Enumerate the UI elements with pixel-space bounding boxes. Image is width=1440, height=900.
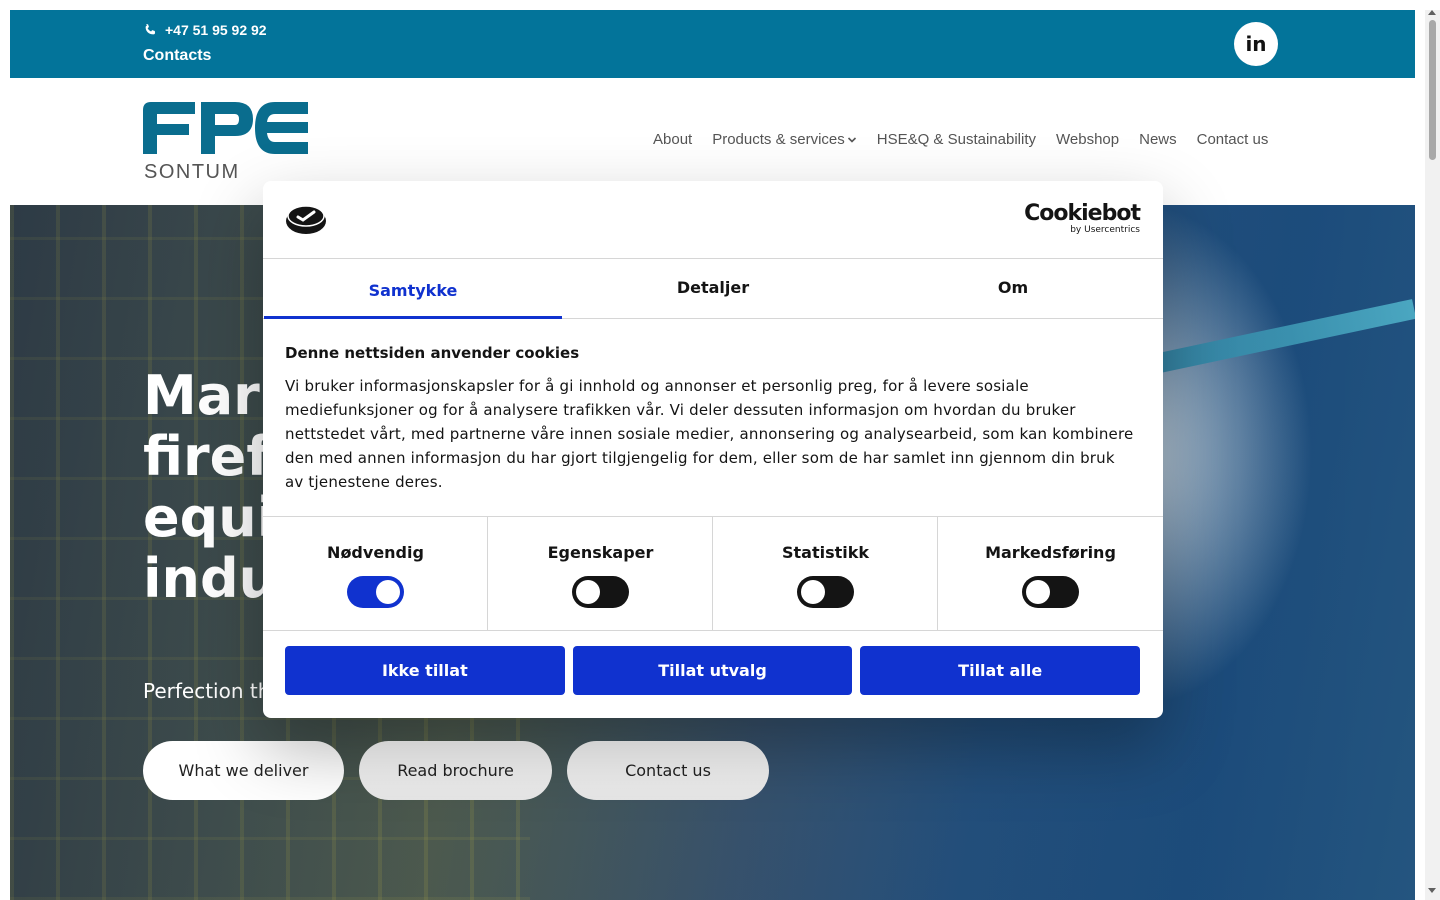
main-nav: About Products & services HSE&Q & Sustai…	[653, 131, 1268, 148]
category-marketing: Markedsføring	[938, 517, 1163, 630]
allow-all-button[interactable]: Tillat alle	[860, 646, 1141, 695]
scroll-up-arrow-icon[interactable]	[1428, 10, 1436, 15]
deny-button[interactable]: Ikke tillat	[285, 646, 565, 695]
category-preferences: Egenskaper	[488, 517, 713, 630]
toggle-knob	[1026, 580, 1050, 604]
what-we-deliver-button[interactable]: What we deliver	[143, 741, 344, 800]
top-bar: +47 51 95 92 92 Contacts in	[10, 10, 1415, 78]
cookie-description: Vi bruker informasjonskapsler for å gi i…	[285, 377, 1134, 491]
nav-products-label: Products & services	[712, 131, 845, 148]
allow-selection-button[interactable]: Tillat utvalg	[572, 646, 853, 695]
cookie-dialog-header: Cookiebot by Usercentrics	[263, 181, 1163, 259]
category-statistics: Statistikk	[713, 517, 938, 630]
phone-link[interactable]: +47 51 95 92 92	[143, 22, 267, 38]
marketing-toggle[interactable]	[1022, 576, 1079, 608]
toggle-knob	[801, 580, 825, 604]
preferences-toggle[interactable]	[572, 576, 629, 608]
nav-about[interactable]: About	[653, 131, 692, 148]
scrollbar-thumb[interactable]	[1429, 20, 1436, 160]
necessary-toggle[interactable]	[347, 576, 404, 608]
category-label: Markedsføring	[985, 543, 1116, 562]
toggle-knob	[576, 580, 600, 604]
nav-hseq[interactable]: HSE&Q & Sustainability	[877, 131, 1036, 148]
scroll-down-arrow-icon[interactable]	[1428, 888, 1436, 893]
nav-webshop[interactable]: Webshop	[1056, 131, 1119, 148]
cookiebot-wordmark: Cookiebot	[1024, 201, 1141, 226]
category-label: Statistikk	[781, 543, 870, 562]
read-brochure-button[interactable]: Read brochure	[359, 741, 552, 800]
category-label: Egenskaper	[547, 543, 654, 562]
cookiebot-byline: by Usercentrics	[1070, 225, 1140, 235]
hero-contact-us-button[interactable]: Contact us	[567, 741, 769, 800]
phone-icon	[145, 24, 156, 35]
tab-detaljer[interactable]: Detaljer	[563, 259, 863, 318]
cookie-heading: Denne nettsiden anvender cookies	[285, 344, 580, 362]
cookiebot-logo-icon	[286, 205, 326, 234]
phone-number: +47 51 95 92 92	[165, 22, 267, 38]
hero-subtitle: Perfection th	[143, 679, 271, 703]
page-scrollbar[interactable]	[1425, 10, 1440, 900]
toggle-knob	[376, 580, 400, 604]
cookie-consent-dialog: Cookiebot by Usercentrics Samtykke Detal…	[263, 181, 1163, 718]
category-necessary: Nødvendig	[263, 517, 488, 630]
cookie-category-toggles: Nødvendig Egenskaper Statistikk Markedsf…	[263, 516, 1163, 631]
logo-sub-text: SONTUM	[144, 161, 240, 182]
linkedin-icon[interactable]: in	[1234, 22, 1278, 66]
nav-products-services[interactable]: Products & services	[712, 131, 857, 148]
hero-buttons: What we deliver Read brochure Contact us	[143, 741, 769, 800]
cookiebot-brand: Cookiebot by Usercentrics	[1024, 201, 1141, 236]
tab-samtykke[interactable]: Samtykke	[263, 259, 563, 319]
cookie-body: Denne nettsiden anvender cookies Vi bruk…	[285, 344, 1135, 494]
category-label: Nødvendig	[327, 543, 424, 562]
contacts-link[interactable]: Contacts	[143, 47, 211, 65]
chevron-down-icon	[847, 136, 856, 143]
tab-om[interactable]: Om	[863, 259, 1163, 318]
cookie-tabs: Samtykke Detaljer Om	[263, 259, 1163, 319]
nav-news[interactable]: News	[1139, 131, 1177, 148]
nav-contact-us[interactable]: Contact us	[1197, 131, 1269, 148]
statistics-toggle[interactable]	[797, 576, 854, 608]
cookie-actions: Ikke tillat Tillat utvalg Tillat alle	[285, 646, 1141, 695]
fpe-sontum-logo[interactable]: SONTUM	[143, 102, 313, 182]
